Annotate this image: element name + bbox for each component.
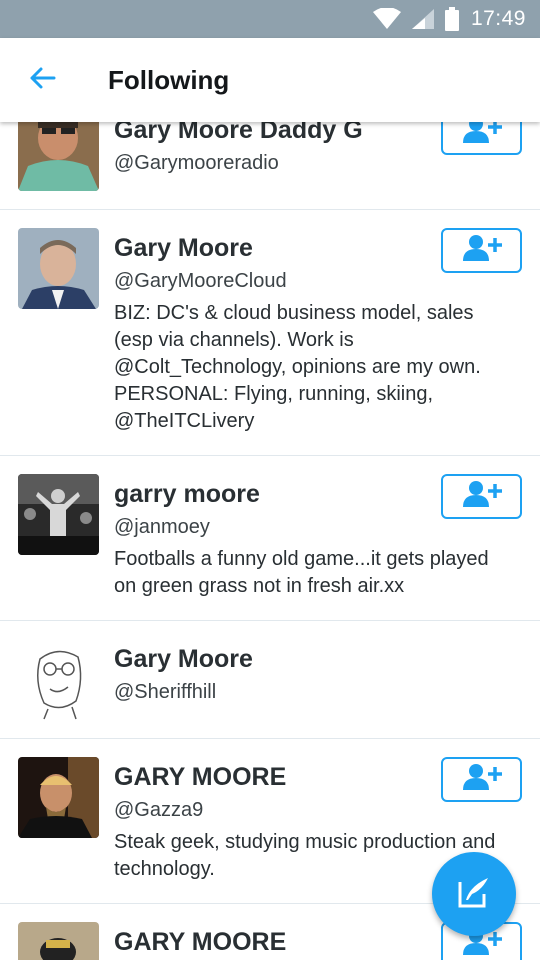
user-name[interactable]: GARY MOORE: [114, 763, 286, 792]
user-bio: BIZ: DC's & cloud business model, sales …: [114, 300, 524, 435]
bio-line: Footballs a funny old game...it gets pla…: [114, 548, 489, 570]
user-row[interactable]: garry moore @janmoey Footballs a funny o…: [0, 456, 540, 621]
user-bio: Footballs a funny old game...it gets pla…: [114, 546, 524, 600]
compose-tweet-button[interactable]: [432, 852, 516, 936]
bio-line: PERSONAL: Flying, running, skiing,: [114, 383, 434, 405]
user-handle: @Garymooreradio: [114, 152, 279, 174]
user-row[interactable]: Gary Moore @Sheriffhill: [0, 621, 540, 739]
user-name[interactable]: Gary Moore: [114, 645, 253, 674]
avatar[interactable]: [18, 110, 99, 191]
compose-tweet-icon: [456, 874, 492, 915]
bio-line: on green grass not in fresh air.xx: [114, 575, 405, 597]
user-handle: @Sheriffhill: [114, 681, 217, 703]
user-handle: @Gazza9: [114, 799, 204, 821]
avatar[interactable]: [18, 639, 99, 720]
app-bar: Following: [0, 38, 540, 122]
add-user-icon: [462, 234, 502, 267]
user-name[interactable]: GARY MOORE: [114, 928, 286, 957]
avatar[interactable]: [18, 228, 99, 309]
follow-button[interactable]: [441, 757, 522, 802]
user-name[interactable]: Gary Moore: [114, 234, 253, 263]
bio-line: @Colt_Technology, opinions are my own.: [114, 356, 481, 378]
avatar[interactable]: [18, 922, 99, 960]
user-name[interactable]: garry moore: [114, 480, 260, 509]
bio-line: @TheITCLivery: [114, 410, 255, 432]
add-user-icon: [462, 480, 502, 513]
bio-line: BIZ: DC's & cloud business model, sales: [114, 302, 474, 324]
page-title: Following: [108, 64, 230, 95]
user-handle: @GaryMooreCloud: [114, 270, 287, 292]
bio-line: (esp via channels). Work is: [114, 329, 354, 351]
add-user-icon: [462, 763, 502, 796]
following-list: Gary Moore Daddy G @Garymooreradio Gary …: [0, 0, 540, 960]
bio-line: Steak geek, studying music production an…: [114, 831, 496, 853]
arrow-left-icon: [28, 66, 56, 95]
user-handle: @janmoey: [114, 516, 210, 538]
user-row[interactable]: Gary Moore @GaryMooreCloud BIZ: DC's & c…: [0, 210, 540, 456]
avatar[interactable]: [18, 474, 99, 555]
follow-button[interactable]: [441, 228, 522, 273]
back-button[interactable]: [0, 38, 84, 122]
avatar[interactable]: [18, 757, 99, 838]
follow-button[interactable]: [441, 474, 522, 519]
